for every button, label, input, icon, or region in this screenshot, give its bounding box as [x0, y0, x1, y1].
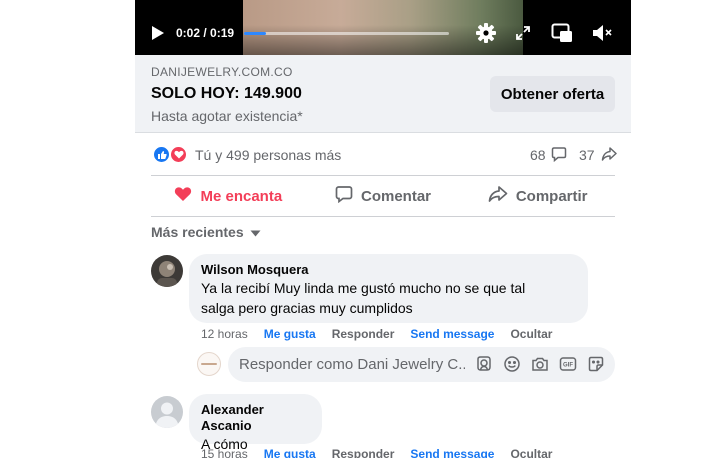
ad-subtext: Hasta agotar existencia*	[151, 108, 303, 124]
comment-meta: 12 horas Me gusta Responder Send message…	[201, 327, 552, 341]
comment-time[interactable]: 12 horas	[201, 327, 248, 341]
share-button[interactable]: Compartir	[460, 177, 615, 215]
mute-icon[interactable]	[592, 22, 614, 44]
send-message-link[interactable]: Send message	[410, 447, 494, 458]
hide-comment-link[interactable]: Ocultar	[510, 327, 552, 341]
svg-text:GIF: GIF	[563, 363, 573, 369]
hide-comment-link[interactable]: Ocultar	[510, 447, 552, 458]
comment-bubble: Wilson Mosquera Ya la recibí Muy linda m…	[189, 254, 588, 323]
page-avatar[interactable]	[197, 352, 221, 376]
comment-meta: 15 horas Me gusta Responder Send message…	[201, 447, 552, 458]
ad-headline: SOLO HOY: 149.900	[151, 85, 302, 102]
shares-count[interactable]: 37	[579, 147, 595, 163]
avatar[interactable]	[151, 396, 183, 428]
reaction-icons[interactable]	[152, 145, 192, 165]
share-count-icon	[601, 146, 617, 167]
comments-count[interactable]: 68	[530, 147, 546, 163]
like-reaction-icon	[152, 145, 171, 164]
share-icon	[488, 185, 508, 207]
heart-icon	[174, 186, 192, 206]
emoji-icon[interactable]	[503, 355, 521, 373]
comment-button[interactable]: Comentar	[306, 177, 461, 215]
sticker-icon[interactable]	[587, 355, 605, 373]
comment-reply-link[interactable]: Responder	[332, 447, 395, 458]
comment-time[interactable]: 15 horas	[201, 447, 248, 458]
reactions-summary: Tú y 499 personas más 68 37	[151, 141, 617, 169]
gif-icon[interactable]: GIF	[559, 355, 577, 373]
comment-like-link[interactable]: Me gusta	[264, 327, 316, 341]
comment-button-label: Comentar	[361, 187, 432, 205]
reply-composer: GIF	[197, 347, 615, 382]
play-icon[interactable]	[151, 22, 165, 44]
divider	[151, 216, 615, 217]
comment-count-icon	[551, 146, 567, 167]
sort-label: Más recientes	[151, 224, 244, 240]
post-card: 0:02 / 0:19 DANIJEWELRY.COM.CO SOLO HOY:…	[135, 0, 631, 458]
divider	[151, 175, 615, 176]
video-progress-fill	[244, 32, 266, 35]
comment-icon	[335, 185, 353, 207]
avatar-sticker-icon[interactable]	[475, 355, 493, 373]
pip-icon[interactable]	[551, 22, 573, 44]
reactions-text[interactable]: Tú y 499 personas más	[195, 147, 341, 163]
camera-icon[interactable]	[531, 355, 549, 373]
avatar[interactable]	[151, 255, 183, 287]
love-reaction-icon	[169, 145, 188, 164]
caret-down-icon	[250, 224, 261, 240]
composer-icons: GIF	[475, 355, 605, 373]
comment-bubble: Alexander Ascanio A cómo	[189, 394, 322, 452]
video-time: 0:02 / 0:19	[176, 26, 235, 40]
comment-like-link[interactable]: Me gusta	[264, 447, 316, 458]
video-progress-bar[interactable]	[244, 32, 449, 35]
post-actions: Me encanta Comentar Compartir	[151, 177, 615, 215]
comment-author[interactable]: Alexander Ascanio	[201, 402, 310, 434]
settings-icon[interactable]	[475, 22, 497, 44]
ad-domain: DANIJEWELRY.COM.CO	[151, 65, 293, 79]
get-offer-button[interactable]: Obtener oferta	[490, 76, 615, 112]
video-player[interactable]: 0:02 / 0:19	[135, 0, 631, 55]
love-button-label: Me encanta	[200, 187, 283, 205]
send-message-link[interactable]: Send message	[410, 327, 494, 341]
comment-text: Ya la recibí Muy linda me gustó mucho no…	[201, 280, 526, 296]
share-button-label: Compartir	[515, 187, 588, 205]
love-button[interactable]: Me encanta	[151, 177, 306, 215]
comment-text: salga pero gracias muy cumplidos	[201, 300, 413, 316]
comment-reply-link[interactable]: Responder	[332, 327, 395, 341]
ad-footer[interactable]: DANIJEWELRY.COM.CO SOLO HOY: 149.900 Has…	[135, 55, 631, 133]
comment-sort-dropdown[interactable]: Más recientes	[151, 223, 261, 241]
comment-author[interactable]: Wilson Mosquera	[201, 262, 576, 278]
expand-icon[interactable]	[515, 22, 531, 44]
